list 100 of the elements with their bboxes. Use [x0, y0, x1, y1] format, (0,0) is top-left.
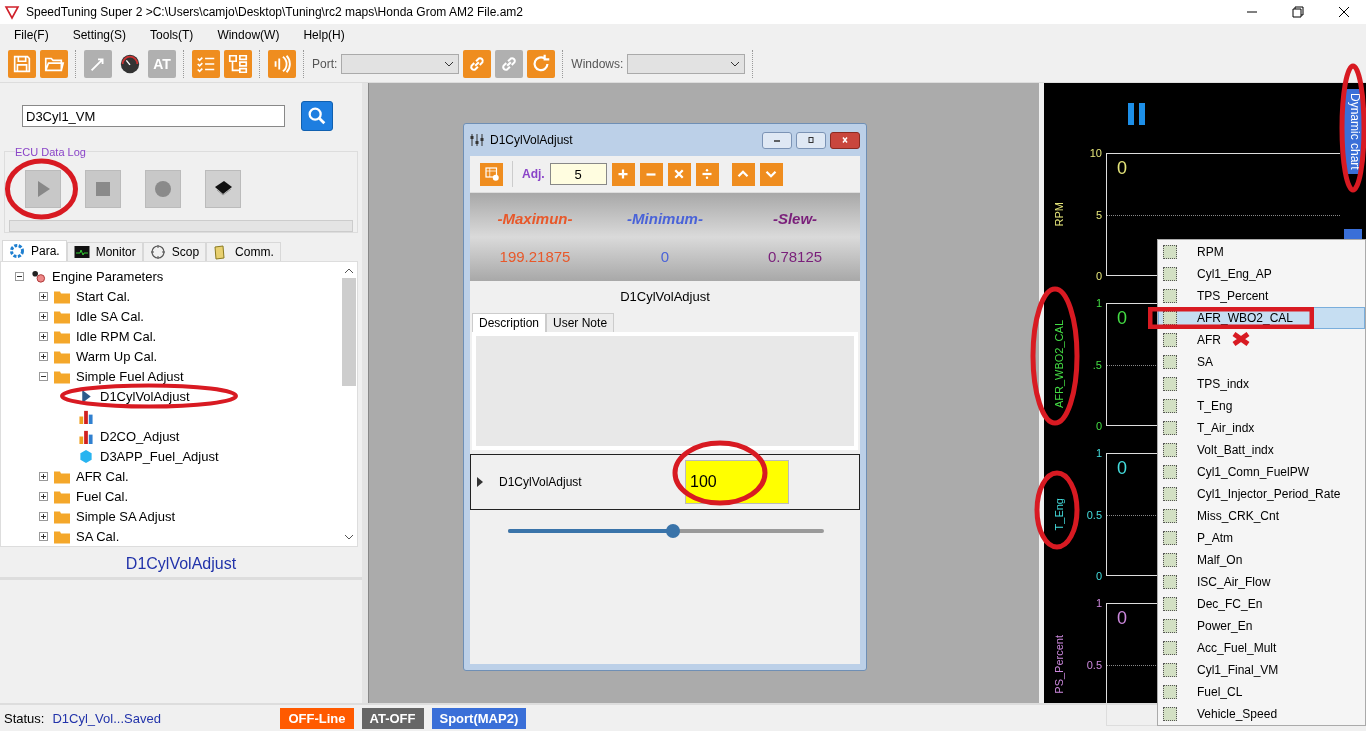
menu-option[interactable]: AFR: [1158, 329, 1365, 351]
channel-label: PS_Percent: [1053, 635, 1065, 694]
expander-icon[interactable]: [39, 331, 48, 341]
checkbox[interactable]: [1163, 663, 1177, 677]
close-icon[interactable]: [1338, 6, 1350, 18]
expander-icon[interactable]: [39, 351, 48, 361]
window-title: SpeedTuning Super 2 >C:\Users\camjo\Desktop\Tuning\rc2 maps\Honda Grom AM2 File.am2: [26, 5, 523, 19]
expander-icon[interactable]: [39, 311, 48, 321]
tree-item[interactable]: Simple SA Adjust: [76, 508, 175, 524]
checkbox[interactable]: [1163, 575, 1177, 589]
scrollbar-thumb[interactable]: [342, 278, 356, 386]
search-button[interactable]: [301, 101, 333, 131]
menu-option[interactable]: TPS_indx: [1158, 373, 1365, 395]
status-badge: Sport(MAP2): [431, 707, 527, 729]
checklist-button[interactable]: [192, 50, 220, 78]
menu-option[interactable]: Cyl1_Injector_Period_Rate: [1158, 483, 1365, 505]
panel-tab[interactable]: Para.: [2, 240, 67, 261]
checkbox[interactable]: [1163, 245, 1177, 259]
tree-item[interactable]: SA Cal.: [76, 528, 120, 544]
dialog-tab[interactable]: Description: [472, 313, 547, 332]
adjust-step-field[interactable]: 5: [549, 163, 607, 185]
slider-thumb[interactable]: [666, 524, 680, 538]
menu-option[interactable]: TPS_Percent: [1158, 285, 1365, 307]
menu-option[interactable]: Fuel_CL: [1158, 681, 1365, 703]
checkbox[interactable]: [1163, 399, 1177, 413]
panel-tab[interactable]: Monitor: [66, 242, 143, 261]
expander-icon[interactable]: [39, 471, 48, 481]
minimize-button[interactable]: [762, 131, 792, 149]
tree-item[interactable]: Idle RPM Cal.: [76, 328, 157, 344]
menu-option[interactable]: Cyl1_Eng_AP: [1158, 263, 1365, 285]
menu-option[interactable]: Volt_Batt_indx: [1158, 439, 1365, 461]
tree-item[interactable]: Warm Up Cal.: [76, 348, 158, 364]
checkbox[interactable]: [1163, 289, 1177, 303]
menu-option[interactable]: Cyl1_Comn_FuelPW: [1158, 461, 1365, 483]
menu-option[interactable]: RPM: [1158, 241, 1365, 263]
tree-item[interactable]: Idle SA Cal.: [76, 308, 144, 324]
menu-option[interactable]: T_Eng: [1158, 395, 1365, 417]
expander-icon[interactable]: [39, 491, 48, 501]
panel-tab[interactable]: Scop: [142, 242, 207, 261]
maximize-button[interactable]: [796, 131, 826, 149]
monitor-icon: [73, 244, 90, 260]
close-button[interactable]: [830, 131, 860, 149]
tree-item[interactable]: Fuel Cal.: [76, 488, 129, 504]
tree-item[interactable]: Engine Parameters: [52, 268, 164, 284]
expander-icon[interactable]: [39, 291, 48, 301]
tree-item[interactable]: Simple Fuel Adjust: [76, 368, 184, 384]
menu-item[interactable]: File(F): [6, 28, 57, 42]
tree-item[interactable]: D3APP_Fuel_Adjust: [100, 448, 219, 464]
chip-button[interactable]: [205, 170, 241, 208]
expander-icon[interactable]: [39, 371, 48, 381]
menu-option[interactable]: T_Air_indx: [1158, 417, 1365, 439]
menu-option[interactable]: Dec_FC_En: [1158, 593, 1365, 615]
menu-option[interactable]: Malf_On: [1158, 549, 1365, 571]
checkbox[interactable]: [1163, 267, 1177, 281]
checkbox[interactable]: [1163, 465, 1177, 479]
scroll-down-icon[interactable]: [344, 534, 354, 540]
bar-chart-icon: [78, 408, 94, 424]
checkbox[interactable]: [1163, 509, 1177, 523]
close-icon: [840, 137, 850, 143]
checkbox[interactable]: [1163, 421, 1177, 435]
menu-option[interactable]: Acc_Fuel_Mult: [1158, 637, 1365, 659]
menu-option[interactable]: Miss_CRK_Cnt: [1158, 505, 1365, 527]
tree-item[interactable]: Start Cal.: [76, 288, 131, 304]
checkbox[interactable]: [1163, 685, 1177, 699]
menu-option[interactable]: SA: [1158, 351, 1365, 373]
menu-item[interactable]: Help(H): [295, 28, 353, 42]
tree-item[interactable]: AFR Cal.: [76, 468, 129, 484]
checkbox[interactable]: [1163, 531, 1177, 545]
checkbox[interactable]: [1163, 443, 1177, 457]
bar-chart-icon: [78, 428, 94, 444]
checkbox[interactable]: [1163, 707, 1177, 721]
pause-icon[interactable]: [1127, 103, 1147, 125]
menu-option[interactable]: Cyl1_Final_VM: [1158, 659, 1365, 681]
expander-icon[interactable]: [39, 511, 48, 521]
expander-icon[interactable]: [39, 531, 48, 541]
menu-option[interactable]: Power_En: [1158, 615, 1365, 637]
expander-icon[interactable]: [15, 271, 24, 281]
checkbox[interactable]: [1163, 619, 1177, 633]
menu-option[interactable]: ISC_Air_Flow: [1158, 571, 1365, 593]
search-field[interactable]: D3Cyl1_VM: [22, 105, 285, 127]
tree-item[interactable]: D2CO_Adjust: [100, 428, 180, 444]
checkbox[interactable]: [1163, 333, 1177, 347]
menu-option[interactable]: P_Atm: [1158, 527, 1365, 549]
checkbox[interactable]: [1163, 597, 1177, 611]
checkbox[interactable]: [1163, 377, 1177, 391]
checkbox[interactable]: [1163, 641, 1177, 655]
checkbox[interactable]: [1163, 487, 1177, 501]
menu-item[interactable]: Window(W): [209, 28, 288, 42]
gauge-icon: [119, 53, 141, 75]
scroll-up-icon[interactable]: [344, 268, 354, 274]
menu-item[interactable]: Setting(S): [64, 28, 135, 42]
dialog-tab[interactable]: User Note: [546, 313, 615, 332]
menu-item[interactable]: Tools(T): [142, 28, 202, 42]
checkbox[interactable]: [1163, 355, 1177, 369]
checkbox[interactable]: [1163, 553, 1177, 567]
axis-tick: 0: [1095, 270, 1102, 282]
parameter-name: D1CylVolAdjust: [619, 288, 711, 306]
panel-tab[interactable]: Comm.: [206, 242, 281, 261]
restore-icon[interactable]: [1292, 6, 1304, 18]
menu-option[interactable]: Vehicle_Speed: [1158, 703, 1365, 725]
